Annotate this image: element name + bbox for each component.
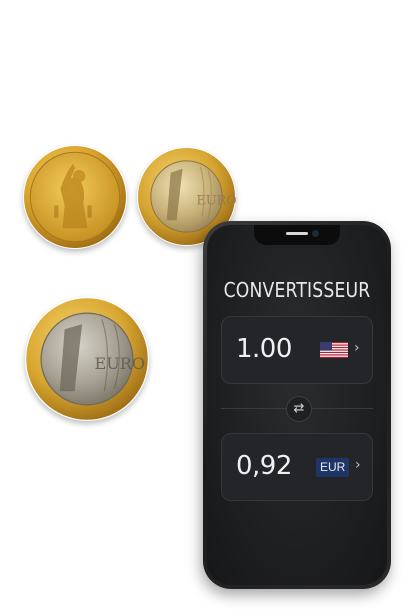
eur-currency-badge[interactable]: EUR xyxy=(316,458,350,477)
phone-notch xyxy=(254,225,340,245)
camera-icon xyxy=(312,230,319,237)
smartphone: CONVERTISSEUR 1.00 › ⇄ 0,92 EUR › xyxy=(203,221,391,589)
dollar-coin-image xyxy=(23,145,127,249)
app-title: CONVERTISSEUR xyxy=(223,278,371,302)
phone-screen: CONVERTISSEUR 1.00 › ⇄ 0,92 EUR › xyxy=(207,225,387,585)
chevron-right-icon[interactable]: › xyxy=(354,340,360,356)
to-currency-panel[interactable]: 0,92 EUR › xyxy=(221,433,373,501)
euro-coin-large-image: EURO xyxy=(25,297,149,421)
from-currency-panel[interactable]: 1.00 › xyxy=(221,316,373,384)
scene: EURO EURO CONVERTISSEUR 1.00 › ⇄ 0,92 EU… xyxy=(0,0,408,612)
chevron-right-icon[interactable]: › xyxy=(355,457,361,473)
swap-button[interactable]: ⇄ xyxy=(286,396,312,422)
us-flag-icon[interactable] xyxy=(320,342,348,358)
swap-arrows-icon: ⇄ xyxy=(293,401,305,416)
speaker-icon xyxy=(286,232,308,235)
to-amount: 0,92 xyxy=(236,451,292,481)
svg-text:EURO: EURO xyxy=(196,193,236,208)
from-amount[interactable]: 1.00 xyxy=(236,334,292,364)
